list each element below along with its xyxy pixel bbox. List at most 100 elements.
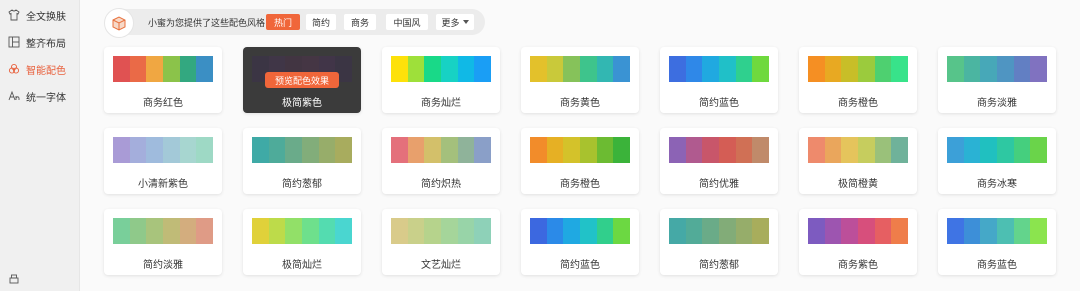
color-swatch [146,137,164,163]
color-swatch-strip [530,56,630,82]
color-swatch [596,218,614,244]
palette-name: 商务冰寒 [977,179,1017,190]
palette-card[interactable]: 商务冰寒 [938,128,1056,194]
color-swatch [824,137,842,163]
color-swatch [858,56,875,82]
palette-card[interactable]: 简约葱郁 [660,209,778,275]
color-swatch [891,137,908,163]
color-swatch [596,56,614,82]
printer-icon[interactable] [8,270,20,284]
color-swatch [874,218,892,244]
color-swatch [546,56,564,82]
sidebar-item-smart-color[interactable]: 智能配色 [0,55,80,83]
palette-card[interactable]: 预览配色效果 极简紫色 [243,47,361,113]
palette-card[interactable]: 极简灿烂 [243,209,361,275]
palette-card[interactable]: 商务黄色 [521,47,639,113]
palette-card[interactable]: 简约优雅 [660,128,778,194]
palette-name: 商务灿烂 [421,98,461,109]
color-swatch-strip [391,137,491,163]
palette-card[interactable]: 简约葱郁 [243,128,361,194]
palette-card[interactable]: 极简橙黄 [799,128,917,194]
filter-business[interactable]: 商务 [344,14,376,30]
color-swatch [891,56,908,82]
color-swatch [947,56,964,82]
color-swatch [685,218,703,244]
color-swatch [735,218,753,244]
style-filter-bar: 小蜜为您提供了这些配色风格： 热门 简约 商务 中国风 更多 [104,8,485,38]
sidebar-item-reskin[interactable]: 全文换肤 [0,1,80,29]
color-swatch [163,218,180,244]
palette-card[interactable]: 简约淡雅 [104,209,222,275]
palette-name: 极简灿烂 [282,260,322,271]
color-swatch [163,56,180,82]
palette-card[interactable]: 商务淡雅 [938,47,1056,113]
filter-chinese[interactable]: 中国风 [386,14,428,30]
palette-name: 商务红色 [143,98,183,109]
sidebar-item-layout[interactable]: 整齐布局 [0,28,80,56]
sidebar-item-label: 整齐布局 [26,38,66,50]
color-swatch [424,137,442,163]
color-swatch [424,56,442,82]
color-swatch [874,137,892,163]
palette-name: 简约蓝色 [699,98,739,109]
palette-card[interactable]: 小清新紫色 [104,128,222,194]
color-swatch [808,137,825,163]
color-swatch [1030,137,1047,163]
color-swatch [669,56,686,82]
filter-hot[interactable]: 热门 [266,14,300,30]
color-swatch [546,218,564,244]
palette-card[interactable]: 简约蓝色 [660,47,778,113]
palette-name: 小清新紫色 [138,179,188,190]
color-swatch-strip [252,137,352,163]
color-swatch [808,56,825,82]
color-swatch [735,56,753,82]
palette-icon [8,63,20,75]
palette-card[interactable]: 商务紫色 [799,209,917,275]
color-swatch [1013,56,1031,82]
box-logo-icon [104,8,134,38]
color-swatch [980,137,998,163]
palette-card[interactable]: 商务灿烂 [382,47,500,113]
color-swatch [563,218,581,244]
more-dropdown[interactable]: 更多 [436,14,474,30]
color-swatch [474,56,491,82]
color-swatch [874,56,892,82]
color-swatch [179,137,197,163]
color-swatch [318,137,336,163]
color-swatch [563,137,581,163]
palette-card[interactable]: 文艺灿烂 [382,209,500,275]
color-swatch [391,137,408,163]
palette-card[interactable]: 商务蓝色 [938,209,1056,275]
filter-simple[interactable]: 简约 [306,14,336,30]
caret-down-icon [462,17,469,27]
preview-color-button[interactable]: 预览配色效果 [265,72,339,88]
sidebar-item-font[interactable]: 统一字体 [0,82,80,110]
color-swatch [113,218,130,244]
color-swatch-strip [669,137,769,163]
palette-card[interactable]: 简约炽热 [382,128,500,194]
color-swatch [268,137,286,163]
color-swatch [947,218,964,244]
color-swatch [441,137,458,163]
palette-name: 商务淡雅 [977,98,1017,109]
color-swatch [563,56,581,82]
color-swatch-strip [947,137,1047,163]
color-swatch-strip [530,218,630,244]
color-swatch [457,137,475,163]
palette-card[interactable]: 简约蓝色 [521,209,639,275]
color-swatch [179,56,197,82]
palette-card[interactable]: 商务橙色 [521,128,639,194]
color-swatch-strip [391,218,491,244]
color-swatch [719,56,736,82]
palette-card[interactable]: 商务红色 [104,47,222,113]
color-swatch [335,218,352,244]
palette-name: 简约淡雅 [143,260,183,271]
color-swatch [302,218,319,244]
font-icon [8,90,20,102]
palette-name: 简约葱郁 [282,179,322,190]
palette-card[interactable]: 商务橙色 [799,47,917,113]
color-swatch-strip [669,218,769,244]
color-swatch [841,137,859,163]
color-swatch [302,137,319,163]
color-swatch [1013,137,1031,163]
